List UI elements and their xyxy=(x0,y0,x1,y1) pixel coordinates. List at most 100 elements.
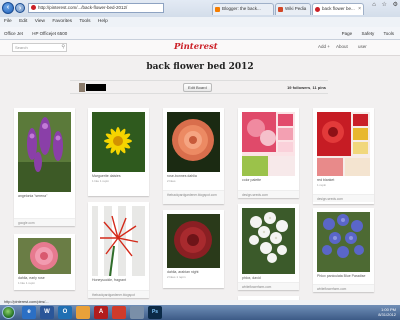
pin-meta: 1 like 1 repin xyxy=(92,179,110,183)
pinterest-page: Search ⚲ Pinterest Add + About user back… xyxy=(0,40,400,302)
menu-tools[interactable]: Tools xyxy=(79,19,90,24)
tab-blogger[interactable]: Blogger: the back... xyxy=(212,3,274,15)
pin-card[interactable]: dahlia, arabian night 2 likes 1 repin xyxy=(163,210,224,288)
pin-image-palette-pink[interactable] xyxy=(242,112,295,176)
back-arrow-icon: ‹ xyxy=(6,4,10,11)
tab-other[interactable]: Wiki Pedia xyxy=(275,3,311,15)
pin-image-dark-dahlia[interactable] xyxy=(167,214,220,268)
menu-bar: File Edit View Favorites Tools Help xyxy=(0,17,400,27)
window-controls: ⌂ ☆ ⚙ xyxy=(368,1,398,8)
pin-card[interactable]: Marguerite daisies 1 like 1 repin xyxy=(88,108,149,196)
menu-file[interactable]: File xyxy=(4,19,12,24)
pinterest-header: Search ⚲ Pinterest Add + About user xyxy=(0,40,400,56)
clock-date: 8/31/2012 xyxy=(378,312,396,317)
tab-pinterest[interactable]: back flower be... × xyxy=(312,3,364,15)
pin-card[interactable]: phlox, david whiteflowerfarm.com xyxy=(238,204,299,290)
pin-card[interactable]: rose-bonnes dahlia 2 likes thebackyardga… xyxy=(163,108,224,204)
forward-arrow-icon: › xyxy=(18,5,22,12)
safety-menu[interactable]: Safety xyxy=(361,31,374,36)
menu-view[interactable]: View xyxy=(35,19,45,24)
status-url: http://pinterest.com/pins/... xyxy=(4,300,49,304)
pin-source[interactable]: thebackyardgardener.blogspot.com xyxy=(163,190,224,204)
search-placeholder: Search xyxy=(15,45,28,50)
tools-menu[interactable]: Tools xyxy=(383,31,394,36)
acrobat-icon[interactable]: A xyxy=(94,306,108,319)
pin-description: phlox, david xyxy=(242,276,261,280)
app-icon[interactable] xyxy=(130,306,144,319)
pin-image-palette-red[interactable] xyxy=(317,112,370,176)
close-tab-icon[interactable]: × xyxy=(358,4,361,14)
pin-image-purple-spikes[interactable] xyxy=(18,112,71,192)
pin-meta: 2 likes xyxy=(167,179,176,183)
pinterest-icon xyxy=(315,7,320,12)
ps-icon[interactable]: Ps xyxy=(148,306,162,319)
pin-image-white-phlox[interactable] xyxy=(242,208,295,274)
command-bar: Page Safety Tools xyxy=(334,27,394,40)
edit-board-button[interactable]: Edit Board xyxy=(183,83,212,92)
system-clock[interactable]: 1:00 PM 8/31/2012 xyxy=(378,307,396,317)
about-link[interactable]: About xyxy=(336,44,348,49)
search-icon[interactable]: ⚲ xyxy=(61,44,65,51)
pin-card[interactable]: Honeysuckle, fragrant thebackyardgardene… xyxy=(88,202,149,298)
folder-icon[interactable] xyxy=(76,306,90,319)
outlook-icon[interactable]: O xyxy=(58,306,72,319)
home-icon[interactable]: ⌂ xyxy=(372,2,376,8)
pin-image-red-spider[interactable] xyxy=(92,206,145,276)
pin-card[interactable]: Phlox paniculata Blue Paradise whiteflow… xyxy=(313,208,374,292)
pin-card[interactable]: color palette design-seeds.com xyxy=(238,108,299,198)
menu-edit[interactable]: Edit xyxy=(19,19,27,24)
board-title: back flower bed 2012 xyxy=(146,62,254,72)
pin-meta: 1 like 1 repin xyxy=(18,281,36,285)
tab-bar: ‹ › http://pinterest.com/.../back-flower… xyxy=(0,0,400,17)
pin-description: angelonia "serena" xyxy=(18,194,48,198)
media-icon[interactable] xyxy=(112,306,126,319)
pin-card[interactable]: dahlia, early rose 1 like 1 repin xyxy=(14,234,75,290)
favorites-star-icon[interactable]: ☆ xyxy=(382,2,387,8)
pin-meta: 2 likes 1 repin xyxy=(167,275,186,279)
page-menu[interactable]: Page xyxy=(342,31,353,36)
pin-description: color palette xyxy=(242,178,262,182)
pin-source[interactable]: thebackyardgardener.blogspot xyxy=(88,290,149,298)
owner-avatar[interactable] xyxy=(79,83,85,92)
taskbar: e W O A Ps 1:00 PM 8/31/2012 xyxy=(0,305,400,320)
menu-favorites[interactable]: Favorites xyxy=(52,19,72,24)
user-menu[interactable]: user xyxy=(358,44,367,49)
back-button[interactable]: ‹ xyxy=(2,2,14,14)
address-bar[interactable]: http://pinterest.com/.../back-flower-bed… xyxy=(28,3,164,13)
pin-image-yellow-daisy[interactable] xyxy=(92,112,145,172)
pinterest-logo[interactable]: Pinterest xyxy=(174,42,218,52)
pin-card[interactable]: angelonia "serena" google.com xyxy=(14,108,75,226)
pin-source[interactable]: design-seeds.com xyxy=(238,190,299,198)
start-button[interactable] xyxy=(2,306,15,319)
pin-image-salmon-dahlia[interactable] xyxy=(167,112,220,172)
pin-description: Honeysuckle, fragrant xyxy=(92,278,127,282)
add-link[interactable]: Add + xyxy=(318,44,330,49)
followers-count[interactable]: 19 followers xyxy=(287,85,310,90)
favorites-link-1[interactable]: Office Jet xyxy=(4,31,23,36)
settings-gear-icon[interactable]: ⚙ xyxy=(393,2,398,8)
pin-image-blue-phlox[interactable] xyxy=(317,212,370,272)
pinterest-favicon-icon xyxy=(31,5,36,10)
pin-source[interactable]: google.com xyxy=(14,218,75,226)
ie-icon[interactable]: e xyxy=(22,306,36,319)
board-info-bar: Edit Board 19 followers, 11 pins xyxy=(70,80,328,94)
pin-source[interactable]: whiteflowerfarm.com xyxy=(238,282,299,290)
pin-source[interactable]: whiteflowerfarm.com xyxy=(313,284,374,292)
pin-meta: 1 repin xyxy=(317,183,327,187)
word-icon[interactable]: W xyxy=(40,306,54,319)
search-input[interactable]: Search ⚲ xyxy=(12,43,67,52)
tab-label: Wiki Pedia xyxy=(285,6,307,11)
tab-label: Blogger: the back... xyxy=(222,6,261,11)
pin-image-pink-dahlia[interactable] xyxy=(18,238,71,274)
browser-chrome: ‹ › http://pinterest.com/.../back-flower… xyxy=(0,0,400,40)
address-text: http://pinterest.com/.../back-flower-bed… xyxy=(38,5,128,10)
favorites-link-2[interactable]: HP Officejet 6500 xyxy=(32,31,67,36)
pin-description: dahlia, early rose xyxy=(18,276,45,280)
menu-help[interactable]: Help xyxy=(98,19,108,24)
owner-name-redacted xyxy=(86,84,106,91)
tab-label: back flower be... xyxy=(322,6,355,11)
pin-card[interactable]: red blanket 1 repin design-seeds.com xyxy=(313,108,374,204)
pin-description: dahlia, arabian night xyxy=(167,270,199,274)
forward-button[interactable]: › xyxy=(15,3,25,13)
pin-source[interactable]: design-seeds.com xyxy=(313,194,374,202)
